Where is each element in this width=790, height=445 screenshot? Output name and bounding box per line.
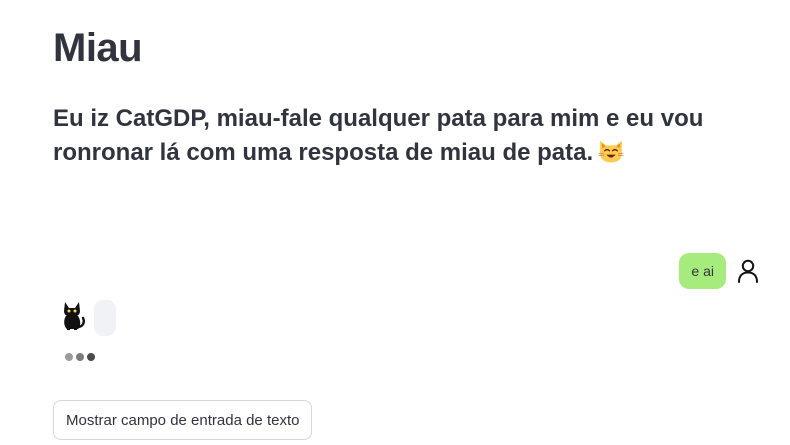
typing-dot xyxy=(76,353,84,361)
typing-dot xyxy=(65,353,73,361)
show-text-input-button[interactable]: Mostrar campo de entrada de texto xyxy=(53,400,313,440)
person-outline-icon xyxy=(736,258,760,284)
page-title: Miau xyxy=(53,26,143,70)
chat-page: Miau Eu iz CatGDP, miau-fale qualquer pa… xyxy=(0,0,790,445)
assistant-message-row xyxy=(60,300,116,336)
user-message-row: e ai xyxy=(679,253,760,289)
user-message-bubble: e ai xyxy=(679,253,726,289)
smiling-cat-emoji-icon xyxy=(598,140,624,163)
assistant-message-bubble xyxy=(94,300,116,336)
page-subtitle: Eu iz CatGDP, miau-fale qualquer pata pa… xyxy=(53,102,753,170)
typing-dot xyxy=(87,353,95,361)
typing-indicator xyxy=(65,353,95,361)
black-cat-icon xyxy=(64,302,85,330)
